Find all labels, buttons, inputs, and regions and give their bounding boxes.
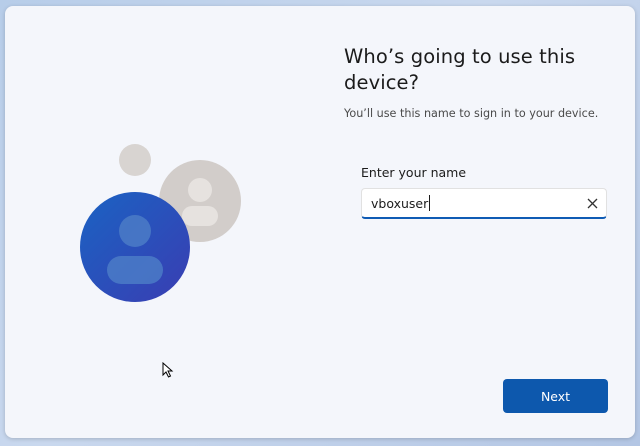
text-caret (429, 195, 431, 211)
primary-user-icon (80, 192, 190, 302)
name-input[interactable]: vboxuser (361, 188, 607, 219)
next-button[interactable]: Next (503, 379, 608, 413)
name-input-text[interactable]: vboxuser (371, 195, 431, 211)
mouse-pointer-icon (162, 362, 174, 378)
oobe-dialog: Who’s going to use this device? You’ll u… (5, 6, 635, 438)
close-icon (587, 198, 597, 209)
name-input-value: vboxuser (371, 196, 429, 211)
page-title: Who’s going to use this device? (344, 45, 576, 94)
clear-input-button[interactable] (578, 189, 606, 218)
small-bubble-icon (119, 144, 151, 176)
page-subtitle: You’ll use this name to sign in to your … (344, 107, 599, 120)
name-field-label: Enter your name (361, 165, 467, 180)
